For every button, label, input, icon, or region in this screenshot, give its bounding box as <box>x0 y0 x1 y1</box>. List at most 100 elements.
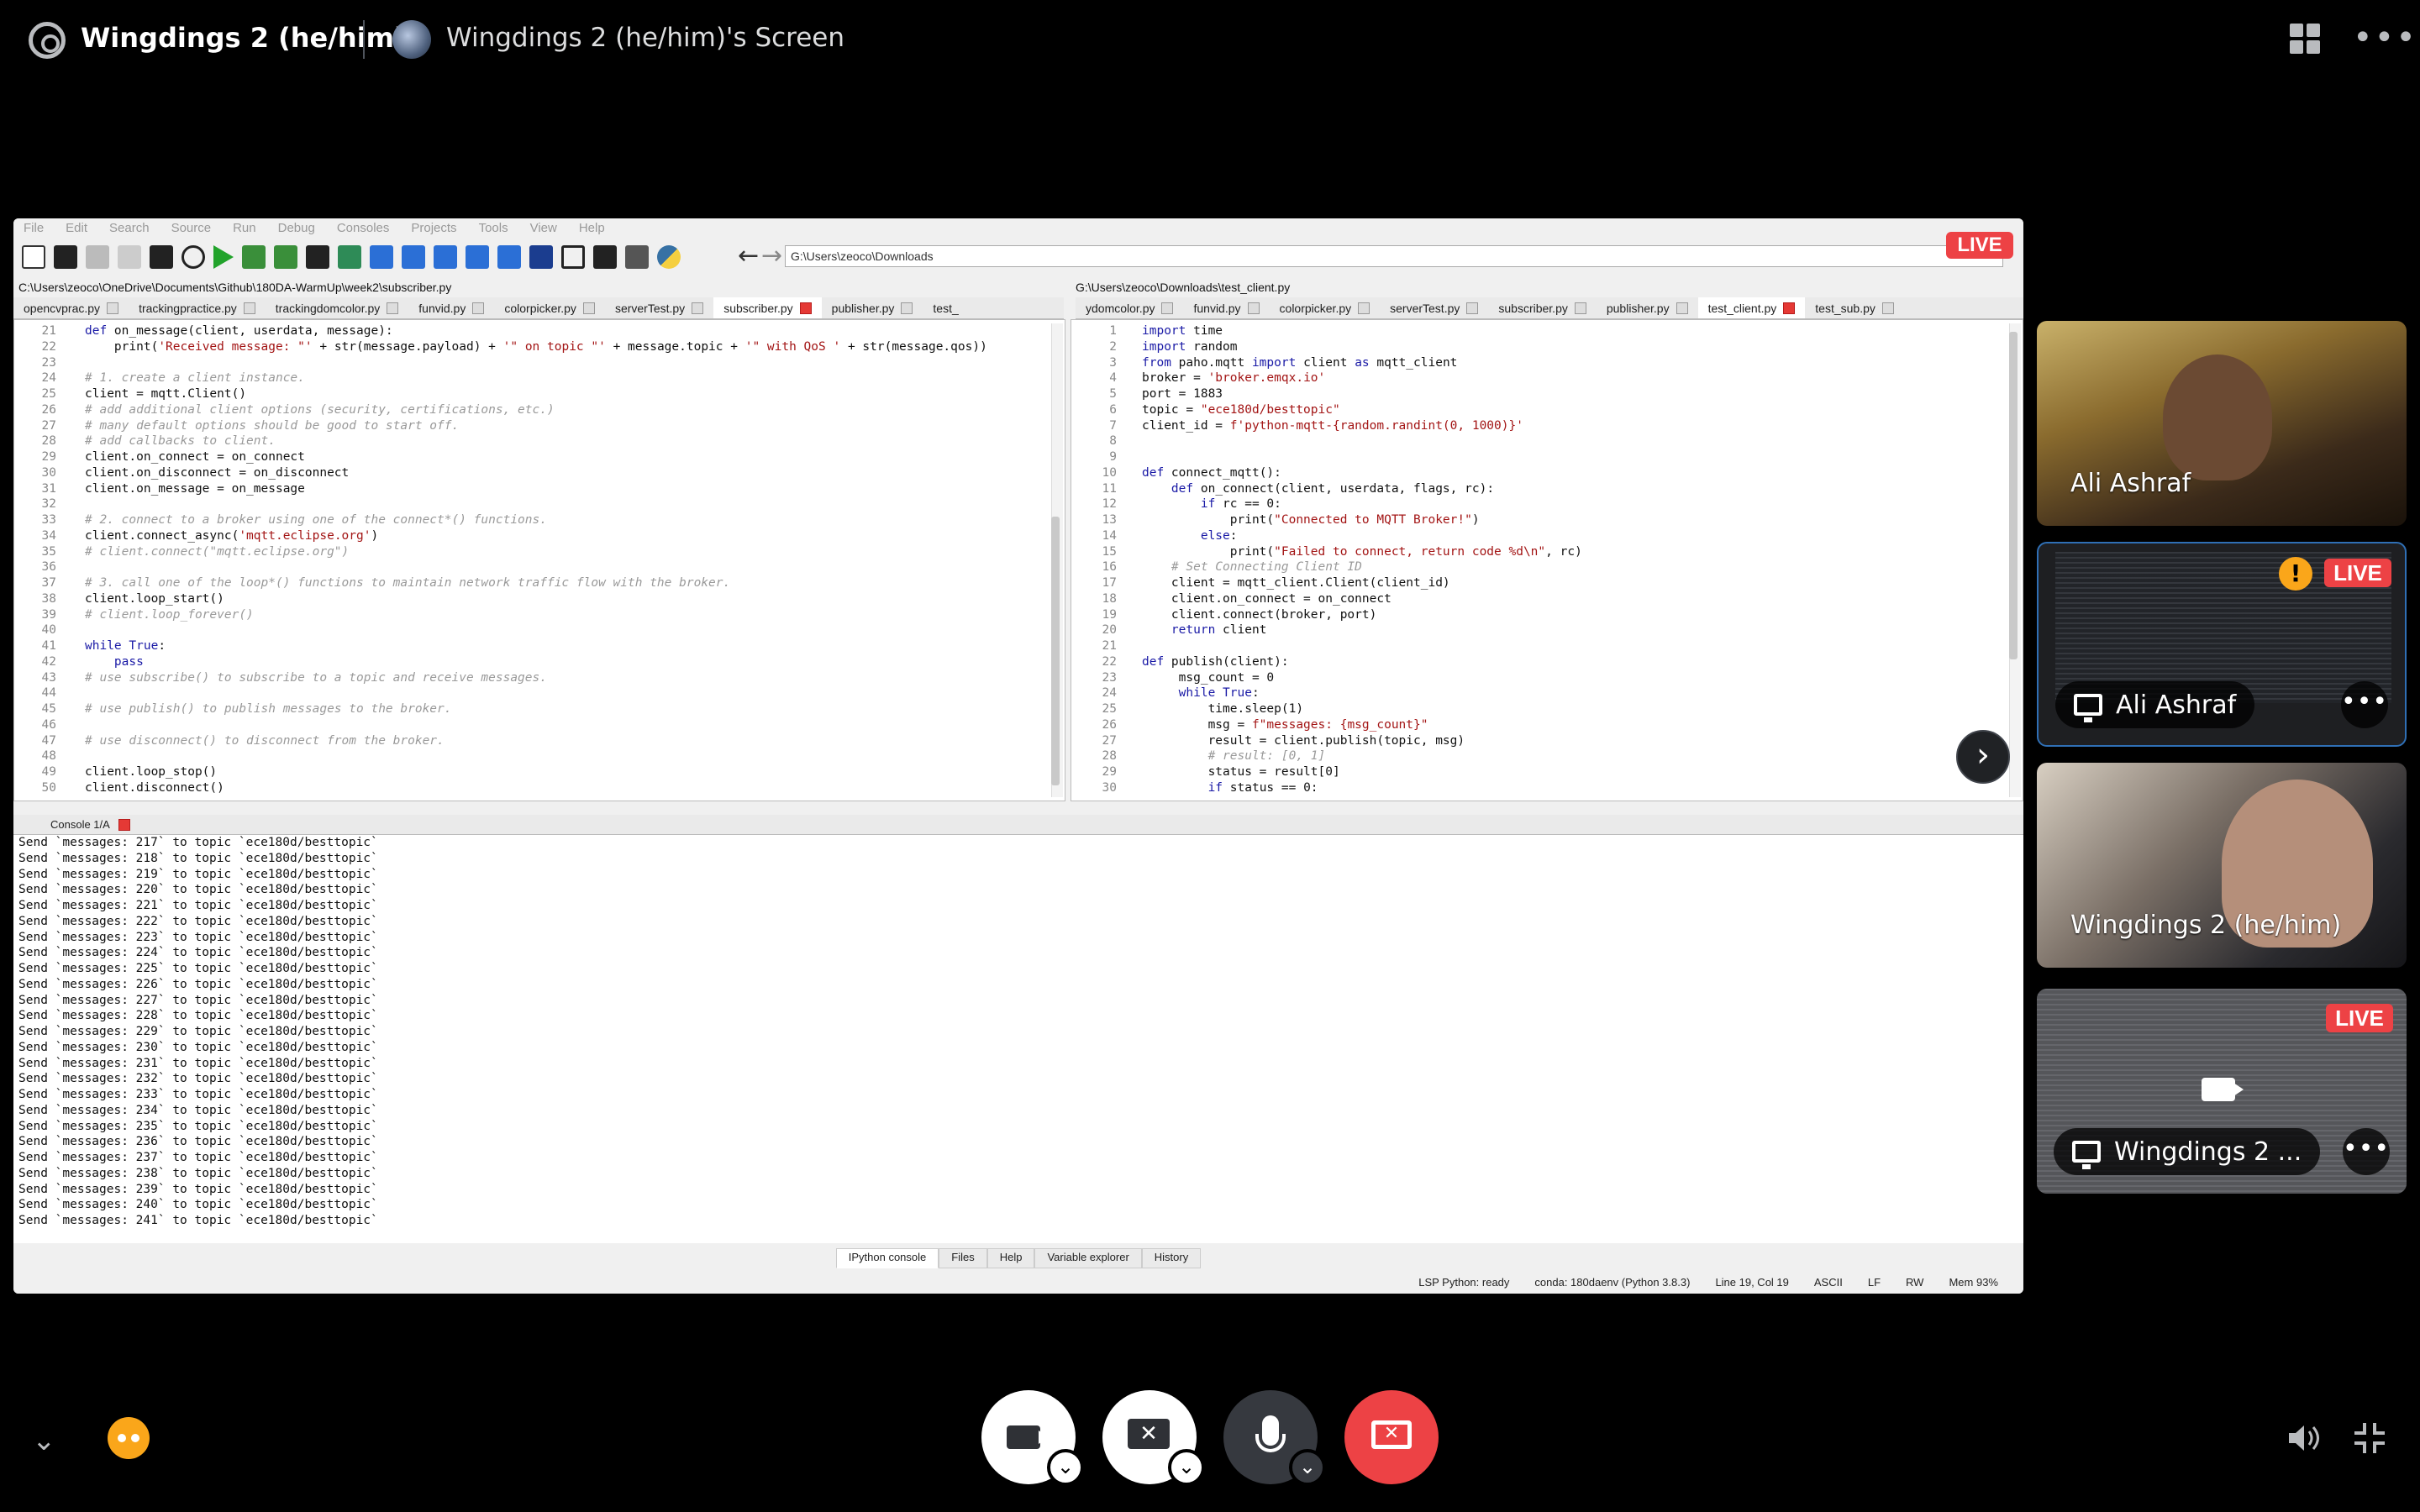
save-icon[interactable] <box>86 245 109 269</box>
left-code-editor[interactable]: 21 22 23 24 25 26 27 28 29 30 31 32 33 3… <box>13 319 1065 801</box>
working-directory-input[interactable]: G:\Users\zeoco\Downloads <box>785 245 2003 267</box>
participant-name: Wingdings 2 ... <box>2114 1137 2302 1167</box>
line-numbers: 1 2 3 4 5 6 7 8 9 10 11 12 13 14 15 16 1… <box>1102 324 1117 795</box>
editor-tab[interactable]: serverTest.py <box>605 297 713 318</box>
console-tabbar: Console 1/A <box>13 815 2023 835</box>
run-cell-advance-icon[interactable] <box>274 245 297 269</box>
run-selection-icon[interactable] <box>306 245 329 269</box>
participant-tile[interactable]: Wingdings 2 (he/him) <box>2037 763 2407 968</box>
editor-tab[interactable]: funvid.py <box>1183 297 1269 318</box>
console-output[interactable]: Send `messages: 217` to topic `ece180d/b… <box>13 835 2023 1243</box>
step-return-icon[interactable] <box>466 245 489 269</box>
editor-tab[interactable]: publisher.py <box>822 297 923 318</box>
forward-arrow-icon[interactable]: → <box>761 244 782 269</box>
menu-item[interactable]: File <box>24 221 44 235</box>
live-badge: LIVE <box>2326 1004 2393 1032</box>
tab-ipython-console[interactable]: IPython console <box>835 1248 939 1268</box>
status-conda: conda: 180daenv (Python 3.8.3) <box>1534 1275 1691 1289</box>
chevron-down-icon[interactable]: ⌄ <box>1047 1449 1084 1486</box>
run-cell-icon[interactable] <box>242 245 266 269</box>
editor-tab[interactable]: publisher.py <box>1597 297 1698 318</box>
editor-tab[interactable]: subscriber.py <box>1488 297 1596 318</box>
camera-icon <box>2202 1078 2244 1101</box>
editor-tab-active[interactable]: subscriber.py <box>713 297 822 318</box>
editor-tab[interactable]: test_sub.py <box>1805 297 1904 318</box>
status-memory: Mem 93% <box>1949 1275 1998 1289</box>
continue-icon[interactable] <box>497 245 521 269</box>
editor-tab[interactable]: ydomcolor.py <box>1076 297 1183 318</box>
menu-item[interactable]: Debug <box>278 221 315 235</box>
microphone-button[interactable]: ⌄ <box>1223 1390 1326 1486</box>
menu-item[interactable]: Source <box>171 221 212 235</box>
leave-call-icon: ✕ <box>1371 1420 1412 1449</box>
console-tab[interactable]: Console 1/A <box>50 818 110 831</box>
camera-button[interactable]: ⌄ <box>981 1390 1084 1486</box>
at-icon[interactable] <box>182 245 205 269</box>
stop-icon[interactable] <box>529 245 553 269</box>
more-options-icon[interactable]: ••• <box>2353 21 2417 55</box>
fullscreen-icon[interactable] <box>593 245 617 269</box>
rerun-icon[interactable] <box>338 245 361 269</box>
editor-tab[interactable]: serverTest.py <box>1380 297 1488 318</box>
next-stream-button[interactable]: › <box>1956 730 2010 784</box>
debug-icon[interactable] <box>370 245 393 269</box>
tab-variable-explorer[interactable]: Variable explorer <box>1034 1248 1142 1268</box>
stream-name-pill: Ali Ashraf <box>2055 681 2255 728</box>
new-file-icon[interactable] <box>22 245 45 269</box>
participant-tile[interactable]: Ali Ashraf <box>2037 321 2407 526</box>
code-text: def on_message(client, userdata, message… <box>85 324 987 795</box>
editor-tab[interactable]: trackingpractice.py <box>129 297 266 318</box>
live-badge: LIVE <box>2324 559 2391 587</box>
editor-tab[interactable]: colorpicker.py <box>494 297 605 318</box>
editor-tab[interactable]: colorpicker.py <box>1270 297 1381 318</box>
grid-layout-icon[interactable] <box>2290 24 2322 55</box>
maximize-icon[interactable] <box>561 245 585 269</box>
exit-fullscreen-icon[interactable] <box>2353 1421 2386 1455</box>
menu-item[interactable]: Help <box>579 221 605 235</box>
disconnect-button[interactable]: ✕ <box>1344 1390 1439 1484</box>
menu-item[interactable]: Search <box>109 221 150 235</box>
python-path-icon[interactable] <box>657 245 681 269</box>
discord-activity-icon[interactable] <box>108 1417 150 1459</box>
tab-files[interactable]: Files <box>939 1248 987 1268</box>
menu-item[interactable]: View <box>530 221 557 235</box>
more-options-icon[interactable]: ••• <box>2343 1128 2390 1175</box>
step-icon[interactable] <box>402 245 425 269</box>
menu-item[interactable]: Run <box>233 221 256 235</box>
participant-stream-tile[interactable]: ! LIVE Ali Ashraf ••• <box>2037 542 2407 747</box>
scrollbar[interactable] <box>1051 323 1063 797</box>
open-file-icon[interactable] <box>54 245 77 269</box>
close-icon[interactable] <box>118 818 130 831</box>
editor-tab-active[interactable]: test_client.py <box>1697 297 1806 318</box>
editor-tab[interactable]: test_ <box>923 297 968 318</box>
chevron-down-icon[interactable]: ⌄ <box>1168 1449 1205 1486</box>
step-into-icon[interactable] <box>434 245 457 269</box>
menu-item[interactable]: Projects <box>411 221 456 235</box>
back-arrow-icon[interactable]: ← <box>738 244 759 269</box>
chevron-down-icon[interactable]: ⌄ <box>32 1424 56 1457</box>
list-icon[interactable] <box>150 245 173 269</box>
scrollbar[interactable] <box>2009 323 2021 797</box>
line-numbers: 21 22 23 24 25 26 27 28 29 30 31 32 33 3… <box>41 324 56 795</box>
chevron-down-icon[interactable]: ⌄ <box>1289 1449 1326 1486</box>
live-badge: LIVE <box>1946 232 2013 259</box>
editor-tab[interactable]: funvid.py <box>408 297 494 318</box>
ide-menubar: File Edit Search Source Run Debug Consol… <box>13 218 2023 237</box>
menu-item[interactable]: Edit <box>66 221 87 235</box>
editor-tab[interactable]: trackingdomcolor.py <box>266 297 409 318</box>
participant-stream-tile[interactable]: LIVE Wingdings 2 ... ••• <box>2037 989 2407 1194</box>
tab-help[interactable]: Help <box>986 1248 1035 1268</box>
stop-screenshare-button[interactable]: ✕ ⌄ <box>1102 1390 1205 1486</box>
more-options-icon[interactable]: ••• <box>2341 681 2388 728</box>
save-all-icon[interactable] <box>118 245 141 269</box>
shared-screen[interactable]: File Edit Search Source Run Debug Consol… <box>13 218 2023 1294</box>
right-code-editor[interactable]: 1 2 3 4 5 6 7 8 9 10 11 12 13 14 15 16 1… <box>1071 319 2023 801</box>
preferences-icon[interactable] <box>625 245 649 269</box>
tab-history[interactable]: History <box>1141 1248 1202 1268</box>
run-icon[interactable] <box>213 245 234 269</box>
editor-tab[interactable]: opencvprac.py <box>13 297 129 318</box>
menu-item[interactable]: Consoles <box>337 221 390 235</box>
menu-item[interactable]: Tools <box>479 221 508 235</box>
bottom-panel-tabs: IPython console Files Help Variable expl… <box>13 1248 2023 1268</box>
volume-icon[interactable] <box>2286 1421 2323 1455</box>
